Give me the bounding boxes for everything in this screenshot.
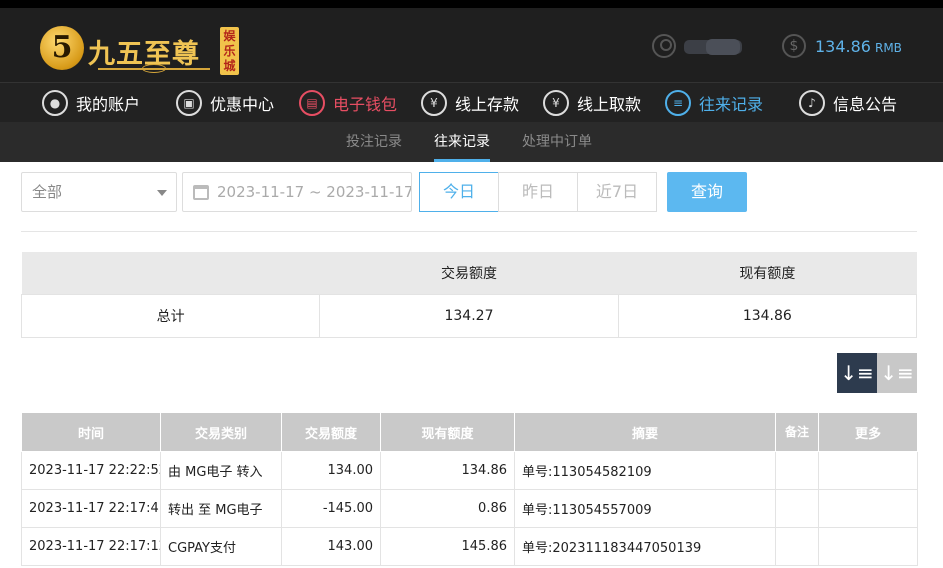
summary-header-blank <box>21 252 320 294</box>
site-logo[interactable]: 5 九五至尊 娱乐城 <box>38 18 243 80</box>
cell-more[interactable] <box>818 451 918 490</box>
main-nav: ● 我的账户 ▣ 优惠中心 ▤ 电子钱包 ¥ 线上存款 ¥ 线上取款 ≡ 往来记… <box>0 82 943 122</box>
sort-desc-icon[interactable]: ↓≡ <box>837 353 877 393</box>
gift-icon: ▣ <box>176 90 202 116</box>
cell-type: CGPAY支付 <box>160 527 282 566</box>
wallet-icon: ▤ <box>299 90 325 116</box>
summary-header-current: 现有额度 <box>618 252 917 294</box>
col-note: 备注 <box>775 412 819 452</box>
cell-balance: 145.86 <box>380 527 515 566</box>
money-icon: $ <box>782 34 806 58</box>
tab-pending-orders[interactable]: 处理中订单 <box>522 122 592 162</box>
nav-item-records[interactable]: ≡ 往来记录 <box>665 83 763 123</box>
col-balance: 现有额度 <box>380 412 515 452</box>
cell-summary: 单号:113054582109 <box>514 451 776 490</box>
date-range-input[interactable]: 2023-11-17 ~ 2023-11-17 <box>182 172 412 212</box>
cell-balance: 0.86 <box>380 489 515 528</box>
nav-item-announcements[interactable]: ♪ 信息公告 <box>799 83 897 123</box>
deposit-icon: ¥ <box>421 90 447 116</box>
bell-icon: ♪ <box>799 90 825 116</box>
nav-item-account[interactable]: ● 我的账户 <box>42 83 140 123</box>
table-row: 2023-11-17 22:17:41 转出 至 MG电子 -145.00 0.… <box>21 489 918 528</box>
nav-item-label: 往来记录 <box>699 95 764 114</box>
col-more: 更多 <box>818 412 918 452</box>
nav-item-label: 电子钱包 <box>333 95 398 114</box>
cell-note <box>775 451 819 490</box>
record-icon: ≡ <box>665 90 691 116</box>
summary-total-label: 总计 <box>20 293 321 338</box>
logo-tag: 娱乐城 <box>220 27 239 75</box>
nav-item-label: 信息公告 <box>833 95 898 114</box>
nav-item-withdraw[interactable]: ¥ 线上取款 <box>543 83 641 123</box>
site-header: 5 九五至尊 娱乐城 $ 134.86 RMB <box>0 8 943 82</box>
cell-time: 2023-11-17 22:17:12 <box>21 527 161 566</box>
cell-type: 转出 至 MG电子 <box>160 489 282 528</box>
cell-more[interactable] <box>818 489 918 528</box>
nav-item-label: 我的账户 <box>76 95 141 114</box>
summary-header-amount: 交易额度 <box>319 252 619 294</box>
cell-amount: -145.00 <box>281 489 381 528</box>
user-icon: ● <box>42 90 68 116</box>
summary-total-amount: 134.27 <box>319 293 619 338</box>
cell-note <box>775 489 819 528</box>
calendar-icon <box>193 185 209 200</box>
cell-amount: 143.00 <box>281 527 381 566</box>
nav-item-deposit[interactable]: ¥ 线上存款 <box>421 83 519 123</box>
type-select-value: 全部 <box>32 183 63 201</box>
username-redacted <box>684 39 742 55</box>
cell-summary: 单号:202311183447050139 <box>514 527 776 566</box>
yesterday-button[interactable]: 昨日 <box>498 172 578 212</box>
nav-item-promotions[interactable]: ▣ 优惠中心 <box>176 83 274 123</box>
date-range-value: 2023-11-17 ~ 2023-11-17 <box>217 183 412 201</box>
cell-note <box>775 527 819 566</box>
cell-time: 2023-11-17 22:22:52 <box>21 451 161 490</box>
table-row: 2023-11-17 22:22:52 由 MG电子 转入 134.00 134… <box>21 451 918 490</box>
user-icon[interactable] <box>652 34 676 58</box>
col-time: 时间 <box>21 412 161 452</box>
balance-display: 134.86 RMB <box>815 37 902 56</box>
balance-amount: 134.86 <box>815 37 871 56</box>
summary-table: 交易额度 现有额度 总计 134.27 134.86 <box>20 252 918 338</box>
col-summary: 摘要 <box>514 412 776 452</box>
chevron-down-icon <box>157 190 167 196</box>
tab-bet-records[interactable]: 投注记录 <box>346 122 402 162</box>
window-top-border <box>0 0 943 8</box>
cell-amount: 134.00 <box>281 451 381 490</box>
today-button[interactable]: 今日 <box>419 172 499 212</box>
query-button[interactable]: 查询 <box>667 172 747 212</box>
balance-unit: RMB <box>874 41 902 55</box>
last-7-days-button[interactable]: 近7日 <box>577 172 657 212</box>
withdraw-icon: ¥ <box>543 90 569 116</box>
table-header-row: 时间 交易类别 交易额度 现有额度 摘要 备注 更多 <box>21 412 918 452</box>
logo-badge: 5 <box>40 26 84 70</box>
records-table: 时间 交易类别 交易额度 现有额度 摘要 备注 更多 2023-11-17 22… <box>21 412 918 566</box>
nav-item-label: 线上取款 <box>577 95 642 114</box>
col-amount: 交易额度 <box>281 412 381 452</box>
cell-balance: 134.86 <box>380 451 515 490</box>
cell-more[interactable] <box>818 527 918 566</box>
summary-current-amount: 134.86 <box>617 293 918 338</box>
tab-transaction-records[interactable]: 往来记录 <box>434 122 490 162</box>
sort-asc-icon[interactable]: ↓≡ <box>877 353 917 393</box>
nav-item-label: 优惠中心 <box>210 95 275 114</box>
cell-time: 2023-11-17 22:17:41 <box>21 489 161 528</box>
table-row: 2023-11-17 22:17:12 CGPAY支付 143.00 145.8… <box>21 527 918 566</box>
nav-item-wallet[interactable]: ▤ 电子钱包 <box>299 83 397 123</box>
nav-item-label: 线上存款 <box>455 95 520 114</box>
type-select[interactable]: 全部 <box>21 172 177 212</box>
cell-type: 由 MG电子 转入 <box>160 451 282 490</box>
logo-ornament-center <box>142 64 166 73</box>
col-type: 交易类别 <box>160 412 282 452</box>
cell-summary: 单号:113054557009 <box>514 489 776 528</box>
sub-nav: 投注记录 往来记录 处理中订单 <box>0 122 943 162</box>
divider <box>21 231 917 232</box>
